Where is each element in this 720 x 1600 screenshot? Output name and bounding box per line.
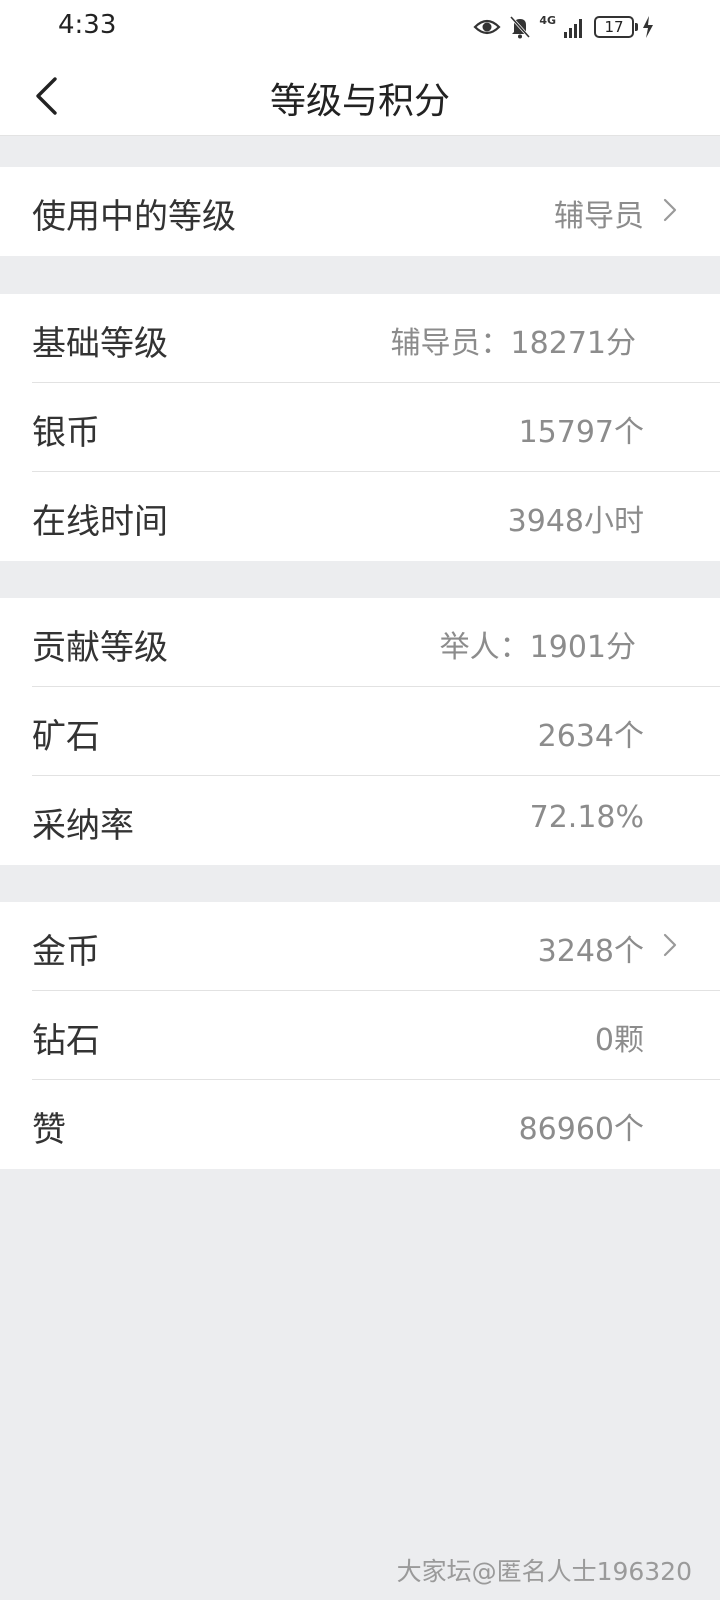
signal-icon (564, 19, 582, 38)
ore-value: 2634个 (537, 719, 644, 754)
silver-coin-value: 15797个 (518, 415, 644, 450)
silver-coin-label: 银币 (32, 413, 100, 453)
battery-indicator: 17 (594, 16, 638, 38)
chevron-right-icon (663, 933, 677, 957)
current-level-label: 使用中的等级 (32, 197, 236, 237)
list-item: 基础等级 辅导员：18271分 (32, 294, 720, 383)
contribution-level-value: 举人：1901分 (439, 630, 636, 665)
list-item: 在线时间 3948小时 (32, 472, 720, 561)
list-item: 银币 15797个 (32, 383, 720, 472)
diamond-value: 0颗 (594, 1023, 644, 1058)
list-item: 贡献等级 举人：1901分 (32, 598, 720, 687)
network-type: 4G (539, 14, 556, 27)
diamond-label: 钻石 (32, 1021, 100, 1061)
likes-label: 赞 (32, 1110, 66, 1150)
contribution-section: 贡献等级 举人：1901分 矿石 2634个 采纳率 72.18% (0, 598, 720, 865)
current-level-section: 使用中的等级 辅导员 (0, 167, 720, 256)
eye-icon (473, 19, 501, 35)
contribution-level-label: 贡献等级 (32, 628, 168, 668)
gold-coin-row[interactable]: 金币 3248个 (32, 902, 720, 991)
gold-coin-label: 金币 (32, 932, 100, 972)
gold-coin-value: 3248个 (537, 934, 644, 969)
page-title: 等级与积分 (269, 81, 450, 122)
ore-label: 矿石 (32, 717, 100, 757)
online-time-label: 在线时间 (32, 502, 168, 542)
battery-level: 17 (604, 18, 624, 36)
assets-section: 金币 3248个 钻石 0颗 赞 86960个 (0, 902, 720, 1169)
online-time-value: 3948小时 (507, 504, 644, 539)
list-item: 赞 86960个 (32, 1080, 720, 1169)
list-item: 矿石 2634个 (32, 687, 720, 776)
basic-level-value: 辅导员：18271分 (390, 326, 636, 361)
likes-value: 86960个 (518, 1112, 644, 1147)
status-icons: 4G 17 (473, 12, 654, 42)
basic-level-label: 基础等级 (32, 324, 168, 364)
adoption-rate-label: 采纳率 (32, 806, 134, 846)
mute-bell-icon (510, 15, 531, 39)
basic-level-section: 基础等级 辅导员：18271分 银币 15797个 在线时间 3948小时 (0, 294, 720, 561)
nav-bar: 等级与积分 (0, 56, 720, 136)
list-item: 钻石 0颗 (32, 991, 720, 1080)
list-item: 采纳率 72.18% (32, 776, 720, 865)
adoption-rate-value: 72.18% (529, 800, 644, 835)
status-time: 4:33 (58, 10, 117, 40)
current-level-row[interactable]: 使用中的等级 辅导员 (32, 167, 720, 256)
current-level-value: 辅导员 (554, 199, 644, 234)
status-bar: 4:33 4G 17 (0, 0, 720, 56)
charging-icon (643, 16, 653, 38)
watermark: 大家坛@匿名人士196320 (396, 1557, 692, 1586)
chevron-right-icon (663, 198, 677, 222)
